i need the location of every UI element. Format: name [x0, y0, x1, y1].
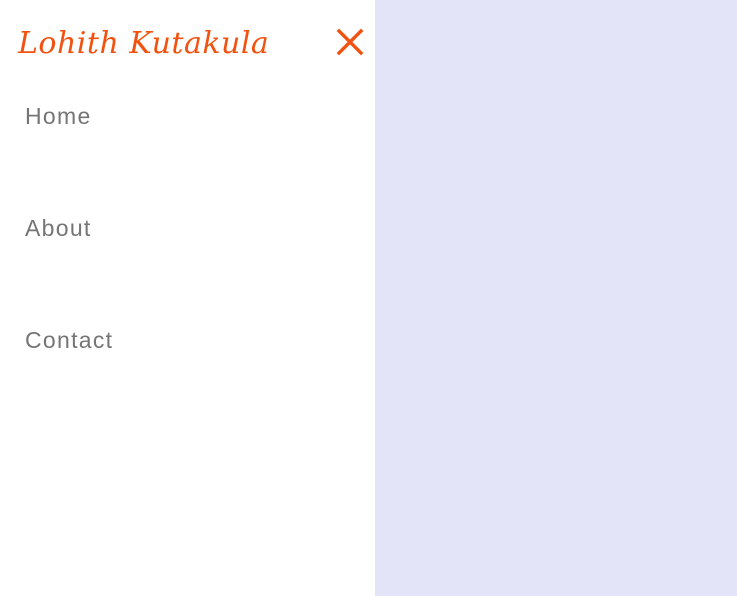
nav-item-about[interactable]: About: [25, 212, 113, 324]
nav-item-contact[interactable]: Contact: [25, 324, 113, 436]
side-drawer: Lohith Kutakula Home About Contact: [0, 0, 375, 596]
nav-item-label: Home: [25, 103, 92, 129]
brand-logo[interactable]: Lohith Kutakula: [18, 26, 269, 61]
close-menu-button[interactable]: [334, 26, 366, 58]
close-icon: [336, 28, 364, 56]
page-backdrop[interactable]: [375, 0, 737, 596]
nav-item-home[interactable]: Home: [25, 100, 113, 212]
main-nav: Home About Contact: [25, 100, 113, 436]
nav-item-label: Contact: [25, 327, 114, 353]
nav-item-label: About: [25, 215, 92, 241]
